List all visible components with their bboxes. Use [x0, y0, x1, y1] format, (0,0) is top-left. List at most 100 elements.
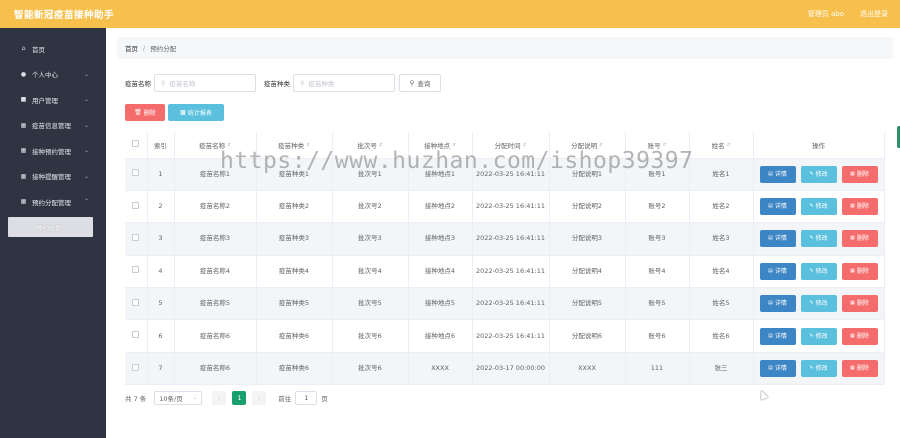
column-header[interactable]: 账号 ⇵	[625, 132, 690, 159]
column-header[interactable]: 接种地点 ⇵	[408, 132, 473, 159]
row-checkbox[interactable]	[132, 169, 140, 177]
vaccine-name-placeholder: 疫苗名称	[169, 80, 196, 88]
page-size-select[interactable]: 10条/页 ⌄	[154, 391, 203, 405]
sort-icon[interactable]: ⇵	[379, 143, 383, 148]
table-cell: 账号1	[625, 158, 690, 191]
sort-icon[interactable]: ⇵	[663, 143, 667, 148]
sort-icon[interactable]: ⇵	[306, 143, 310, 148]
table-cell: 账号6	[625, 319, 690, 353]
table-cell: 批次号6	[332, 352, 409, 386]
sidebar-item-users[interactable]: ■ 用户管理 ⌄	[0, 87, 106, 113]
vaccine-type-placeholder: 疫苗种类	[308, 80, 335, 88]
sort-icon[interactable]: ⇵	[523, 143, 527, 148]
table-cell: 疫苗名称5	[174, 287, 257, 321]
table-cell: 姓名1	[689, 158, 754, 191]
detail-button-label: 详情	[774, 332, 787, 340]
delete-button[interactable]: ▦ 删除	[841, 360, 878, 378]
sidebar-item-home[interactable]: ⌂ 首页	[0, 36, 106, 62]
delete-button[interactable]: ▦ 删除	[841, 230, 878, 248]
delete-button[interactable]: ▦ 删除	[841, 198, 878, 216]
detail-button[interactable]: ▤ 详情	[759, 230, 796, 248]
trash-icon: ▦	[850, 332, 855, 339]
row-checkbox[interactable]	[132, 201, 140, 209]
delete-button[interactable]: ▦ 删除	[841, 165, 878, 183]
row-checkbox[interactable]	[132, 298, 140, 306]
delete-button[interactable]: ▦ 删除	[841, 295, 878, 313]
chevron-left-icon: ‹	[217, 394, 221, 402]
sidebar-item-profile[interactable]: ● 个人中心 ⌄	[0, 62, 106, 88]
table-cell: 账号2	[625, 190, 690, 224]
column-header[interactable]: 分配时间 ⇵	[472, 132, 550, 159]
detail-button[interactable]: ▤ 详情	[759, 327, 796, 345]
table-cell: 接种地点2	[408, 190, 473, 224]
edit-button-label: 修改	[815, 267, 828, 275]
pagination: 共 7 条 10条/页 ⌄ ‹ 1 › 前往 1 页	[125, 391, 328, 405]
document-icon: ▤	[768, 332, 773, 339]
stats-report-button[interactable]: ▩ 统计报表	[168, 104, 224, 121]
detail-button[interactable]: ▤ 详情	[759, 198, 796, 216]
detail-button[interactable]: ▤ 详情	[759, 262, 796, 280]
sidebar-item-label: 预约分配管理	[32, 198, 71, 207]
toolbar: 🗑 删除 ▩ 统计报表	[125, 104, 224, 121]
column-header[interactable]: 疫苗名称 ⇵	[174, 132, 257, 159]
sidebar-subitem-label: 预约分配	[36, 223, 62, 232]
column-header[interactable]: 疫苗种类 ⇵	[256, 132, 333, 159]
sort-icon[interactable]: ⇵	[727, 143, 731, 148]
detail-button-label: 详情	[774, 170, 787, 178]
row-checkbox[interactable]	[132, 233, 140, 241]
goto-page-input[interactable]: 1	[295, 391, 318, 405]
logout-link[interactable]: 退出登录	[860, 9, 888, 19]
table-cell: 2022-03-25 16:41:11	[472, 222, 550, 256]
table-cell: 批次号5	[332, 287, 409, 321]
column-header[interactable]: 姓名 ⇵	[689, 132, 754, 159]
delete-button[interactable]: ▦ 删除	[841, 327, 878, 345]
column-header[interactable]: 分配说明 ⇵	[549, 132, 626, 159]
next-page-button[interactable]: ›	[252, 391, 267, 405]
detail-button[interactable]: ▤ 详情	[759, 360, 796, 378]
batch-delete-button[interactable]: 🗑 删除	[125, 104, 165, 121]
column-header[interactable]: 批次号 ⇵	[332, 132, 409, 159]
edit-button[interactable]: ✎ 修改	[800, 360, 837, 378]
delete-button[interactable]: ▦ 删除	[841, 262, 878, 280]
edit-button[interactable]: ✎ 修改	[800, 198, 837, 216]
row-checkbox[interactable]	[132, 331, 140, 339]
breadcrumb-home[interactable]: 首页	[125, 43, 138, 53]
sidebar-item-allocation[interactable]: ▦ 预约分配管理 ⌃	[0, 189, 106, 215]
table-cell: 2022-03-25 16:41:11	[472, 190, 550, 224]
chevron-down-icon: ⌄	[83, 121, 89, 129]
row-checkbox[interactable]	[132, 266, 140, 274]
grid-icon: ▦	[20, 172, 27, 180]
edit-button[interactable]: ✎ 修改	[800, 165, 837, 183]
search-icon: ⚲	[300, 79, 305, 87]
sidebar-item-booking[interactable]: ▦ 接种预约管理 ⌄	[0, 138, 106, 164]
detail-button[interactable]: ▤ 详情	[759, 165, 796, 183]
query-button[interactable]: ⚲ 查询	[399, 74, 441, 92]
row-checkbox[interactable]	[132, 363, 140, 371]
vaccine-type-input[interactable]: ⚲ 疫苗种类	[293, 74, 395, 92]
table-row: 2 疫苗名称2 疫苗种类2 批次号2 接种地点2 2022-03-25 16:41:11 分…	[125, 190, 885, 224]
trash-icon: 🗑	[134, 109, 142, 116]
page-number-current[interactable]: 1	[232, 391, 247, 405]
vaccine-name-input[interactable]: ⚲ 疫苗名称	[154, 74, 256, 92]
sidebar-subitem-allocation[interactable]: 预约分配	[8, 216, 93, 237]
current-user-label[interactable]: 管理员 abo	[808, 9, 844, 19]
sidebar-item-reminder[interactable]: ▦ 接种提醒管理 ⌄	[0, 164, 106, 190]
sort-icon[interactable]: ⇵	[452, 143, 456, 148]
table-cell: 2022-03-25 16:41:11	[472, 158, 550, 191]
chevron-down-icon: ⌄	[83, 70, 89, 78]
trash-icon: ▦	[850, 365, 855, 372]
top-right-menu: 管理员 abo 退出登录	[808, 9, 888, 19]
sort-icon[interactable]: ⇵	[227, 143, 231, 148]
prev-page-button[interactable]: ‹	[212, 391, 227, 405]
detail-button[interactable]: ▤ 详情	[759, 295, 796, 313]
row-actions-cell: ▤ 详情 ✎ 修改 ▦ 删除	[753, 190, 885, 224]
document-icon: ▤	[768, 170, 773, 177]
vaccine-name-label: 疫苗名称	[125, 80, 151, 88]
edit-button[interactable]: ✎ 修改	[800, 295, 837, 313]
edit-button[interactable]: ✎ 修改	[800, 230, 837, 248]
select-all-checkbox[interactable]	[132, 140, 140, 148]
sort-icon[interactable]: ⇵	[599, 143, 603, 148]
sidebar-item-vaccine-info[interactable]: ▦ 疫苗信息管理 ⌄	[0, 113, 106, 139]
edit-button[interactable]: ✎ 修改	[800, 262, 837, 280]
edit-button[interactable]: ✎ 修改	[800, 327, 837, 345]
